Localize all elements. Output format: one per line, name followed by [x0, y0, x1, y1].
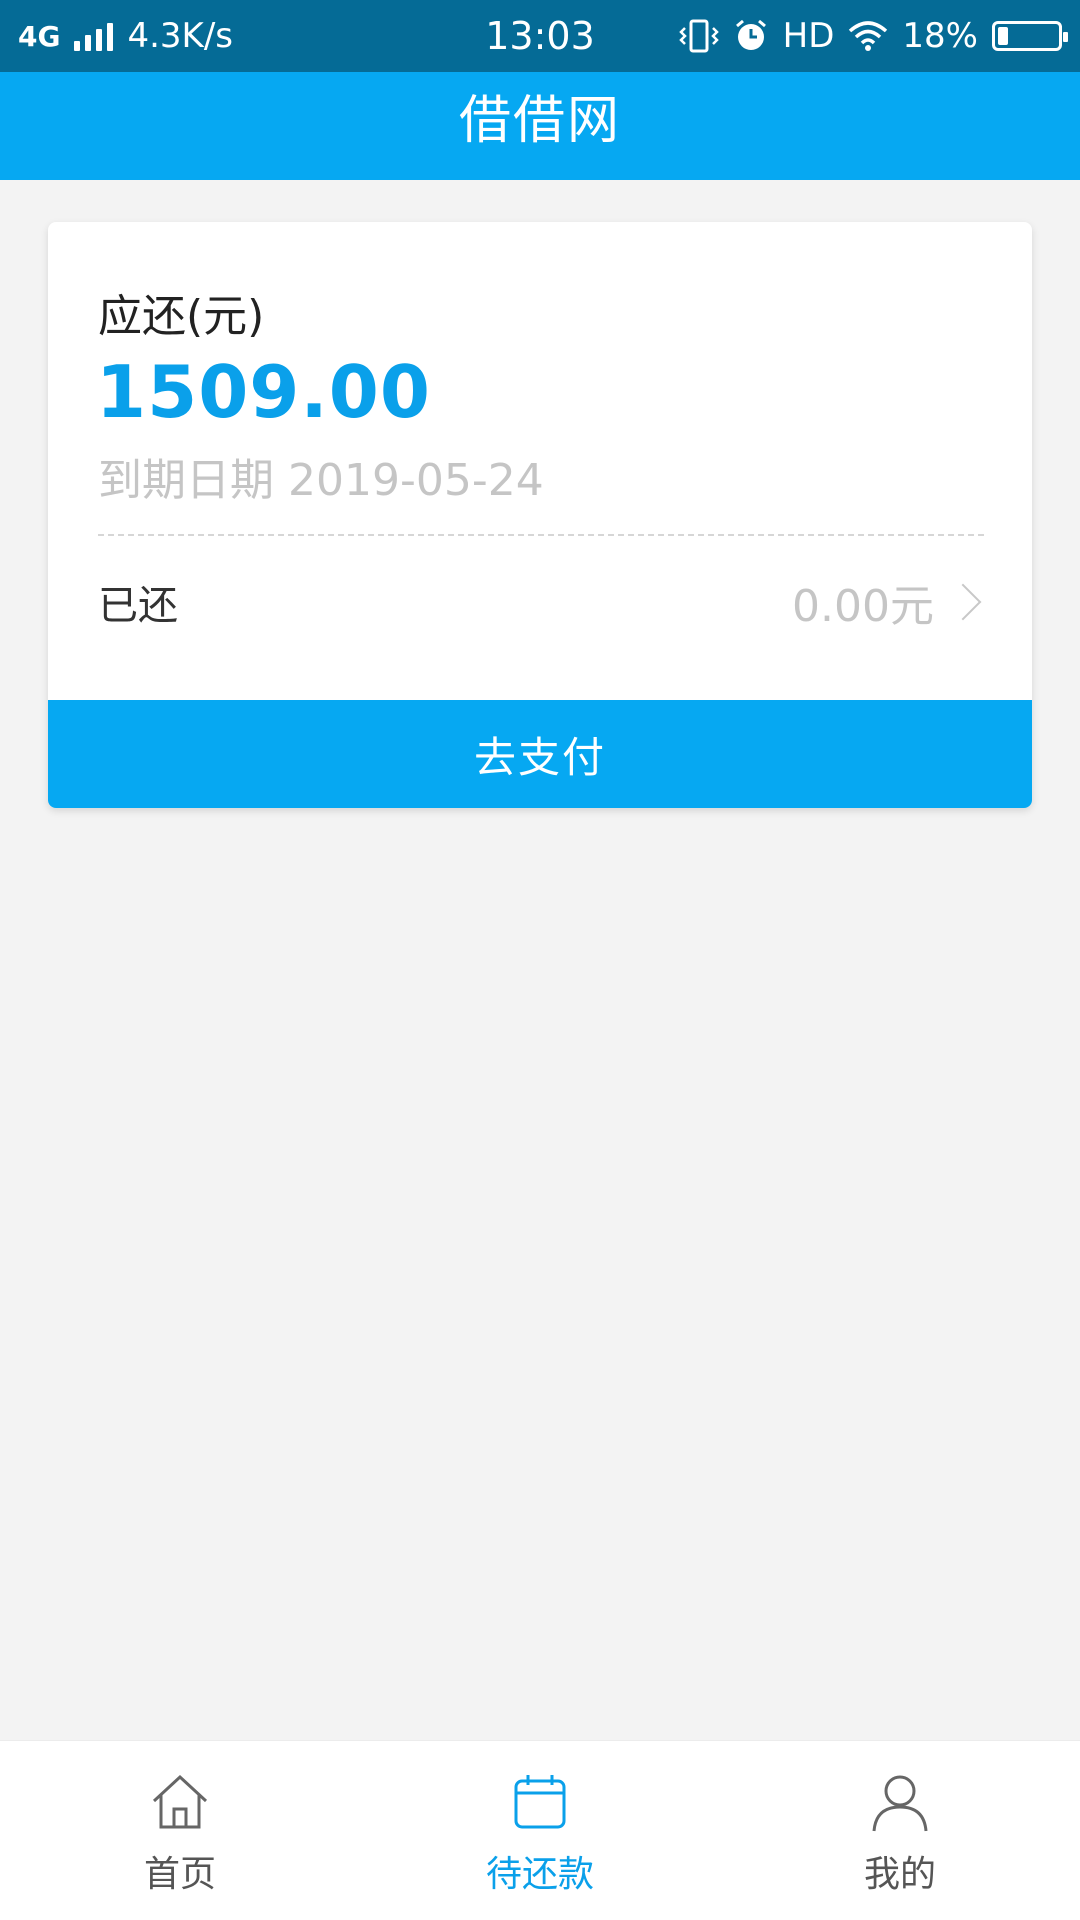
signal-icon [74, 21, 114, 51]
hd-indicator: HD [782, 16, 835, 56]
amount-due-value: 1509.00 [96, 350, 431, 434]
battery-percent: 18% [902, 16, 978, 56]
user-icon [872, 1775, 928, 1832]
chevron-right-icon [944, 583, 982, 621]
nav-item-me[interactable]: 我的 [720, 1741, 1080, 1920]
network-type: 4G [18, 19, 61, 53]
calendar-icon [514, 1775, 566, 1829]
bottom-nav: 首页 待还款 我的 [0, 1740, 1080, 1920]
app-bar: 借借网 [0, 72, 1080, 180]
nav-label-repayment: 待还款 [485, 1854, 594, 1895]
network-speed: 4.3K/s [127, 16, 234, 56]
nav-item-repayment[interactable]: 待还款 [360, 1741, 720, 1920]
alarm-icon [735, 19, 766, 50]
paid-label: 已还 [98, 583, 178, 629]
status-right: HD 18% [678, 16, 1068, 56]
nav-item-home[interactable]: 首页 [0, 1741, 360, 1920]
battery-icon [992, 21, 1068, 51]
status-bar: 4G 4.3K/s 13:03 HD 18% [0, 0, 1080, 72]
nav-label-me: 我的 [863, 1854, 936, 1895]
nav-label-home: 首页 [143, 1854, 216, 1895]
paid-right: 0.00元 [792, 570, 984, 634]
paid-amount: 0.00元 [792, 581, 934, 632]
status-left: 4G 4.3K/s [18, 16, 233, 56]
amount-due-label: 应还(元) [98, 291, 265, 342]
paid-row[interactable]: 已还 0.00元 [98, 562, 984, 642]
repayment-card: 应还(元) 1509.00 到期日期 2019-05-24 已还 0.00元 去… [48, 222, 1032, 808]
page-title: 借借网 [458, 91, 621, 151]
dashed-divider [98, 534, 984, 536]
wifi-icon [849, 21, 888, 51]
vibrate-icon [678, 19, 719, 53]
home-icon [152, 1774, 208, 1829]
due-date: 到期日期 2019-05-24 [98, 455, 544, 506]
pay-button[interactable]: 去支付 [48, 700, 1032, 808]
